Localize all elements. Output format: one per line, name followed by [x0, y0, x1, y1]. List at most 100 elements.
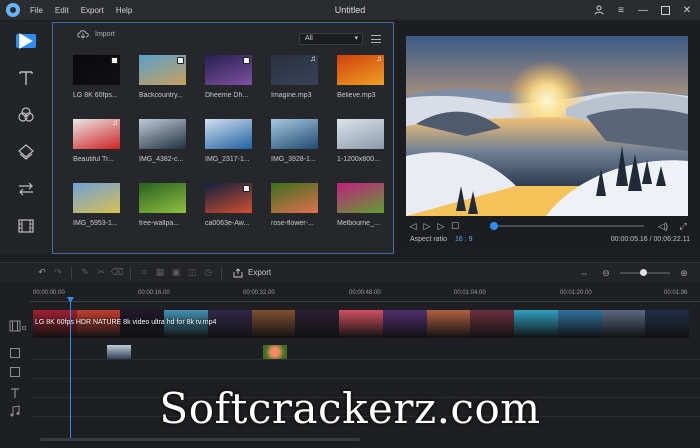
timeline-ruler[interactable]: 00:00:00.00 00:00:16.00 00:00:32.00 00:0… [0, 286, 700, 302]
media-item[interactable]: IMG_2317-1... [205, 119, 271, 183]
menu-help[interactable]: Help [116, 6, 132, 15]
media-item[interactable]: IMG_5953-1... [73, 183, 139, 247]
previous-frame-icon[interactable]: ◁ [406, 220, 420, 232]
cut-icon[interactable]: ✂ [93, 266, 109, 280]
image-icon [10, 348, 20, 358]
lock-icon[interactable] [22, 326, 26, 330]
overlay-track-header [0, 365, 30, 379]
crop-icon[interactable]: ⌗ [136, 266, 152, 280]
media-thumbnail [139, 183, 186, 213]
sidebar-item-filters[interactable] [0, 96, 52, 133]
media-item[interactable]: IMG_3928-1... [271, 119, 337, 183]
edit-icon[interactable]: ✎ [77, 266, 93, 280]
pip-clip[interactable] [107, 345, 131, 359]
clip-frame [251, 310, 296, 338]
media-item[interactable]: Backcountry... [139, 55, 205, 119]
minimize-icon[interactable]: — [634, 2, 652, 18]
media-item[interactable]: Melbourne_... [337, 183, 393, 247]
text-icon [19, 70, 33, 85]
delete-icon[interactable]: ⌫ [109, 266, 125, 280]
pip-track-header [0, 346, 30, 360]
media-item-label: Melbourne_... [337, 220, 380, 227]
timeline-scrollbar[interactable] [40, 438, 360, 441]
freeze-icon[interactable]: ▣ [168, 266, 184, 280]
pip-clip[interactable] [263, 345, 287, 359]
duration-icon[interactable]: ◷ [200, 266, 216, 280]
media-item[interactable]: 1-1200x800... [337, 119, 393, 183]
undo-icon[interactable]: ↶ [34, 266, 50, 280]
layers-icon [18, 143, 34, 160]
media-item[interactable]: ♫ Imagine.mp3 [271, 55, 337, 119]
media-item[interactable]: ca0063e-Aw... [205, 183, 271, 247]
media-item[interactable]: ♫ Believe.mp3 [337, 55, 393, 119]
media-item[interactable]: rose-flower-... [271, 183, 337, 247]
clip-frame [557, 310, 602, 338]
media-filter-select[interactable]: All ▾ [299, 33, 363, 45]
music-note-icon: ♫ [376, 55, 382, 63]
zoom-slider[interactable] [620, 269, 670, 276]
filters-icon [18, 106, 34, 122]
aspect-ratio: Aspect ratio 16 : 9 [410, 236, 472, 243]
sidebar-item-overlays[interactable] [0, 133, 52, 170]
media-item[interactable]: LG 8K 60fps... [73, 55, 139, 119]
snapshot-icon[interactable]: ◫ [184, 266, 200, 280]
media-item-label: Imagine.mp3 [271, 92, 312, 99]
clip-frame [645, 310, 689, 338]
media-thumbnail [205, 55, 252, 85]
toolbar-divider [221, 266, 222, 279]
list-view-icon[interactable] [371, 35, 381, 43]
video-track-clip[interactable]: LG 8K 60fps HDR NATURE 8k video ultra hd… [33, 310, 689, 338]
fullscreen-icon[interactable]: ⤢ [676, 220, 690, 232]
media-item-label: Dheeme Dh... [205, 92, 249, 99]
redo-icon[interactable]: ↷ [50, 266, 66, 280]
media-thumbnail [271, 183, 318, 213]
media-item[interactable]: IMG_4382-c... [139, 119, 205, 183]
next-frame-icon[interactable]: ▷ [434, 220, 448, 232]
media-filter-value: All [305, 35, 313, 42]
zoom-out-icon[interactable]: ⊖ [598, 266, 614, 280]
media-item[interactable]: Dheeme Dh... [205, 55, 271, 119]
menu-file[interactable]: File [30, 6, 43, 15]
fit-timeline-icon[interactable]: ⇔ [576, 266, 592, 280]
chevron-down-icon: ▾ [354, 35, 358, 42]
left-sidebar [0, 22, 52, 254]
volume-icon[interactable]: ◁) [656, 220, 670, 232]
sidebar-item-transitions[interactable] [0, 170, 52, 207]
sidebar-item-text[interactable] [0, 59, 52, 96]
menu-edit[interactable]: Edit [55, 6, 69, 15]
media-thumbnail: ♫ [73, 119, 120, 149]
media-item-label: IMG_5953-1... [73, 220, 118, 227]
media-item-label: LG 8K 60fps... [73, 92, 118, 99]
zoom-handle[interactable] [639, 269, 647, 276]
video-file-icon [177, 57, 184, 64]
import-button[interactable]: Import [77, 29, 115, 39]
account-icon[interactable] [590, 2, 608, 18]
seek-bar[interactable] [489, 222, 644, 230]
play-icon[interactable]: ▷ [420, 220, 434, 232]
maximize-icon[interactable] [656, 2, 674, 18]
media-item[interactable]: ♫ Beautiful Tr... [73, 119, 139, 183]
export-button[interactable]: Export [233, 267, 271, 278]
timecode: 00:00:05.16 / 00:06:22.11 [610, 236, 690, 243]
zoom-in-icon[interactable]: ⊕ [676, 266, 692, 280]
pip-lane[interactable] [33, 345, 700, 360]
close-icon[interactable]: ✕ [678, 2, 696, 18]
preview-video[interactable] [406, 36, 688, 216]
menu-icon[interactable]: ≡ [612, 2, 630, 18]
media-item[interactable]: free-wallpa... [139, 183, 205, 247]
seek-handle[interactable] [489, 222, 498, 230]
image-icon [10, 367, 20, 377]
stop-icon[interactable]: ☐ [448, 220, 462, 232]
ruler-label: 00:01:04.00 [454, 290, 486, 296]
media-item-label: IMG_2317-1... [205, 156, 250, 163]
overlay-lane[interactable] [33, 364, 700, 379]
mosaic-icon[interactable]: ▦ [152, 266, 168, 280]
media-item-label: IMG_3928-1... [271, 156, 316, 163]
aspect-ratio-value[interactable]: 16 : 9 [455, 236, 473, 243]
clip-frame [426, 310, 471, 338]
toolbar-divider [71, 266, 72, 279]
sidebar-item-elements[interactable] [0, 207, 52, 244]
app-logo-icon [6, 3, 20, 17]
sidebar-item-media[interactable] [0, 22, 52, 59]
menu-export[interactable]: Export [81, 6, 104, 15]
